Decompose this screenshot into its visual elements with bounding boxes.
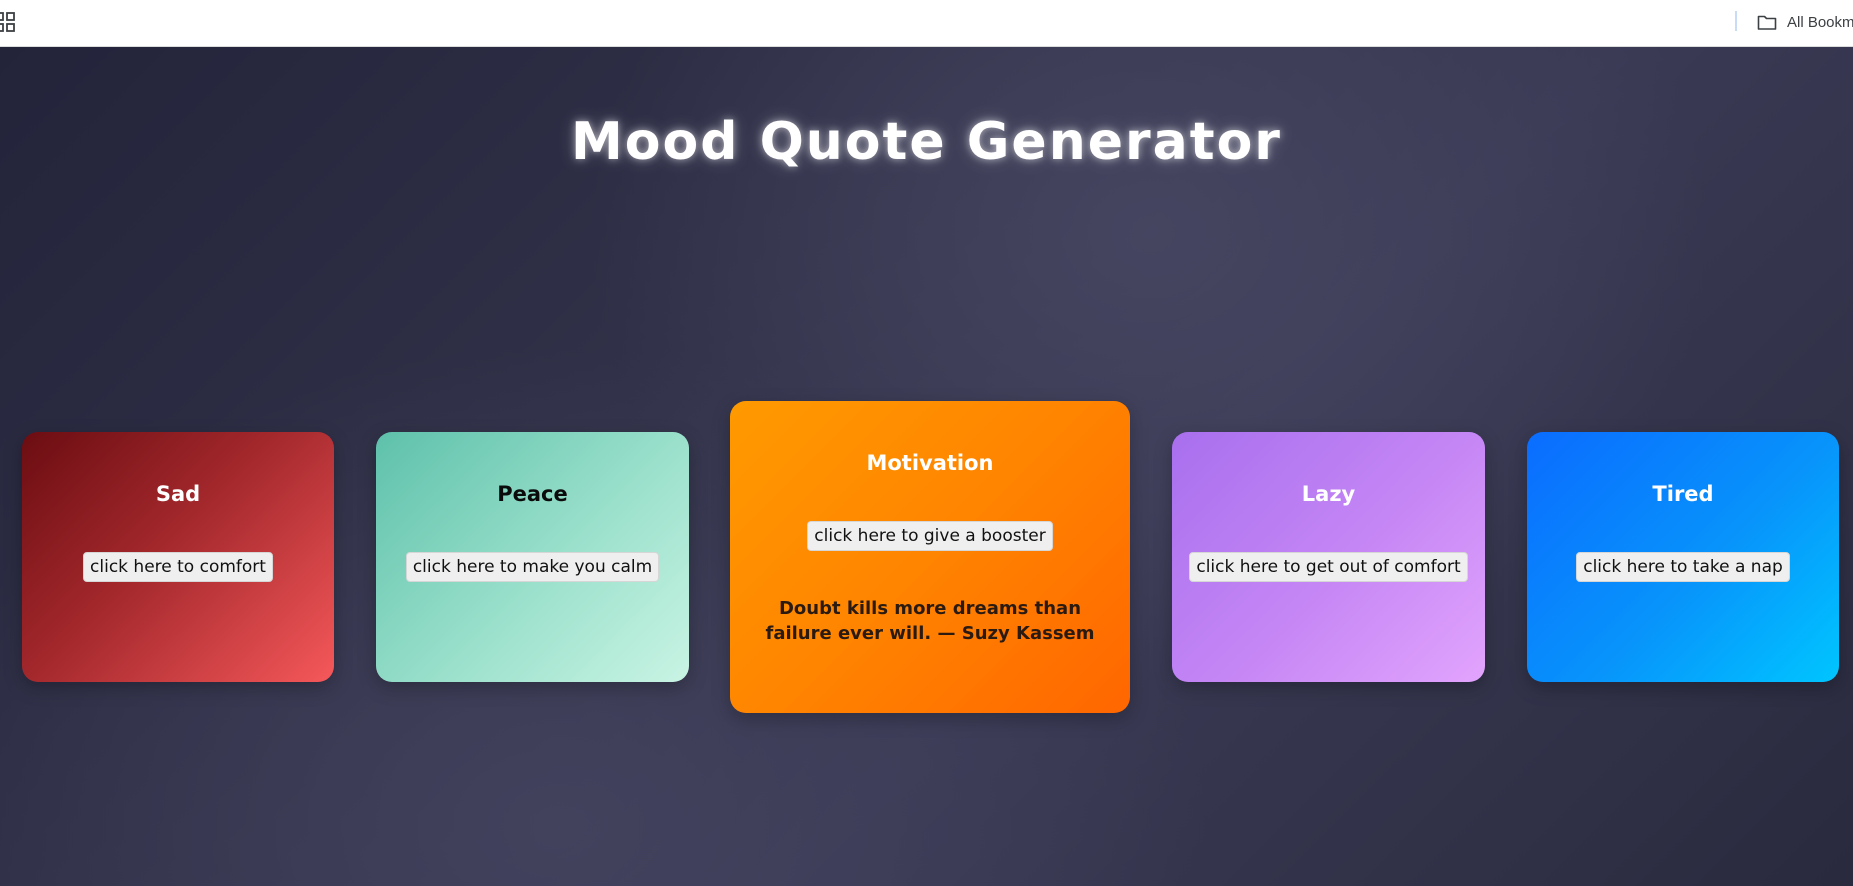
- quote-text: Doubt kills more dreams than failure eve…: [765, 598, 1095, 644]
- all-bookmarks-label: All Bookm: [1787, 13, 1853, 31]
- card-title: Motivation: [866, 451, 994, 475]
- mood-card-peace: Peace click here to make you calm: [376, 432, 689, 682]
- mood-card-motivation: Motivation click here to give a booster …: [730, 401, 1130, 713]
- get-out-of-comfort-button[interactable]: click here to get out of comfort: [1189, 552, 1468, 582]
- mood-card-tired: Tired click here to take a nap: [1527, 432, 1839, 682]
- mood-card-sad: Sad click here to comfort: [22, 432, 334, 682]
- mood-card-lazy: Lazy click here to get out of comfort: [1172, 432, 1485, 682]
- all-bookmarks-button[interactable]: All Bookm: [1757, 10, 1853, 34]
- booster-button[interactable]: click here to give a booster: [807, 521, 1053, 551]
- bookmarks-bar: All Bookm: [0, 0, 1853, 47]
- calm-button[interactable]: click here to make you calm: [405, 552, 660, 582]
- card-title: Lazy: [1301, 482, 1356, 506]
- card-title: Tired: [1652, 482, 1714, 506]
- comfort-button[interactable]: click here to comfort: [83, 552, 273, 582]
- take-a-nap-button[interactable]: click here to take a nap: [1576, 552, 1790, 582]
- apps-grid-icon[interactable]: [0, 12, 15, 32]
- folder-icon: [1757, 15, 1777, 30]
- card-title: Sad: [155, 482, 201, 506]
- bookmarks-divider: [1735, 11, 1737, 31]
- card-title: Peace: [497, 482, 568, 506]
- page-title: Mood Quote Generator: [571, 112, 1282, 172]
